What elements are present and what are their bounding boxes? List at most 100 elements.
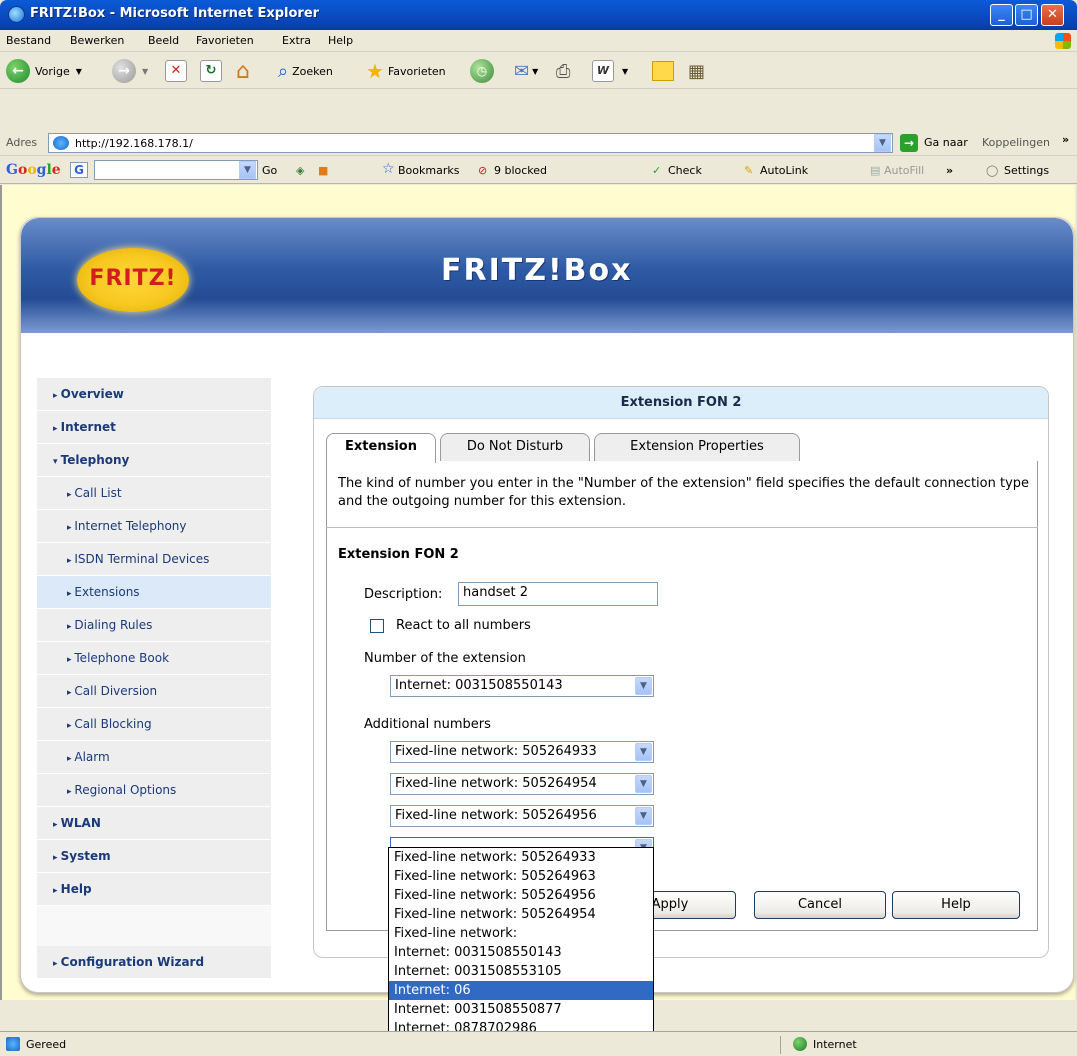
back-button[interactable]: ← Vorige ▼ [6, 59, 82, 83]
additional-label: Additional numbers [364, 717, 491, 732]
sidebar-item-isdn-terminal-devices[interactable]: ▸ ISDN Terminal Devices [37, 543, 271, 576]
sidebar-item-help[interactable]: ▸ Help [37, 873, 271, 906]
sidebar-item-overview[interactable]: ▸ Overview [37, 378, 271, 411]
back-label: Vorige [35, 64, 70, 78]
sidebar-item-configuration-wizard[interactable]: ▸ Configuration Wizard [37, 946, 271, 979]
additional-select-value: Fixed-line network: 505264956 [395, 808, 597, 823]
dropdown-option[interactable]: Fixed-line network: [389, 924, 653, 943]
menu-beeld[interactable]: Beeld [148, 34, 179, 47]
check-button[interactable]: Check [668, 164, 702, 177]
links-button[interactable]: Koppelingen [982, 136, 1050, 149]
dropdown-option[interactable]: Internet: 0031508550877 [389, 1000, 653, 1019]
sidebar-item-text: Call Diversion [74, 684, 158, 698]
search-button[interactable]: ⌕ Zoeken [278, 59, 333, 83]
chevron-more-icon[interactable]: » [1062, 133, 1069, 146]
dropdown-option[interactable]: Internet: 0031508553105 [389, 962, 653, 981]
messenger-button[interactable]: ▦ [688, 59, 705, 83]
google-popup-icon[interactable]: ■ [318, 164, 328, 177]
notes-button[interactable] [652, 59, 674, 83]
google-news-icon[interactable]: ◈ [296, 164, 304, 177]
sidebar-item-telephone-book[interactable]: ▸ Telephone Book [37, 642, 271, 675]
address-dropdown-arrow[interactable]: ▼ [874, 134, 891, 152]
maximize-button[interactable]: □ [1015, 4, 1038, 26]
tab-extension-properties[interactable]: Extension Properties [594, 433, 800, 461]
blocked-button[interactable]: 9 blocked [494, 164, 547, 177]
close-button[interactable]: ✕ [1041, 4, 1064, 26]
sidebar-item-dialing-rules[interactable]: ▸ Dialing Rules [37, 609, 271, 642]
tab-do-not-disturb[interactable]: Do Not Disturb [440, 433, 590, 461]
google-menu-icon[interactable]: G [70, 162, 88, 178]
history-button[interactable]: ◷ [470, 59, 494, 83]
autofill-button[interactable]: AutoFill [884, 164, 924, 177]
dropdown-option[interactable]: Fixed-line network: 505264933 [389, 848, 653, 867]
sidebar-item-call-diversion[interactable]: ▸ Call Diversion [37, 675, 271, 708]
menu-bestand[interactable]: Bestand [6, 34, 51, 47]
additional-select-3[interactable]: Fixed-line network: 505264956 ▼ [390, 805, 654, 827]
print-button[interactable]: ⎙ [556, 59, 570, 83]
sidebar-item-regional-options[interactable]: ▸ Regional Options [37, 774, 271, 807]
back-arrow-icon: ← [6, 59, 30, 83]
menu-favorieten[interactable]: Favorieten [196, 34, 254, 47]
additional-select-2[interactable]: Fixed-line network: 505264954 ▼ [390, 773, 654, 795]
tab-extension[interactable]: Extension [326, 433, 436, 463]
sidebar-item-call-blocking[interactable]: ▸ Call Blocking [37, 708, 271, 741]
google-logo[interactable]: Google [6, 162, 61, 178]
dropdown-option[interactable]: Fixed-line network: 505264954 [389, 905, 653, 924]
sidebar-item-system[interactable]: ▸ System [37, 840, 271, 873]
mail-button[interactable]: ✉ ▼ [514, 59, 538, 83]
go-arrow-icon[interactable]: → [900, 134, 918, 152]
sidebar-item-wlan[interactable]: ▸ WLAN [37, 807, 271, 840]
menu-help[interactable]: Help [328, 34, 353, 47]
google-more-icon[interactable]: » [946, 164, 953, 177]
react-all-checkbox[interactable] [370, 619, 384, 633]
word-button[interactable]: W ▼ [592, 59, 628, 83]
dropdown-option[interactable]: Fixed-line network: 505264956 [389, 886, 653, 905]
sidebar-item-text: Regional Options [74, 783, 177, 797]
dropdown-option[interactable]: Fixed-line network: 505264963 [389, 867, 653, 886]
sidebar-spacer [37, 906, 271, 946]
settings-button[interactable]: Settings [1004, 164, 1049, 177]
sidebar-item-internet[interactable]: ▸ Internet [37, 411, 271, 444]
forward-button[interactable]: → ▼ [112, 59, 148, 83]
dropdown-option[interactable]: Internet: 06 [389, 981, 653, 1000]
fritz-logo-text: FRITZ! [89, 266, 177, 291]
additional-select-1[interactable]: Fixed-line network: 505264933 ▼ [390, 741, 654, 763]
menu-bewerken[interactable]: Bewerken [70, 34, 124, 47]
cancel-button[interactable]: Cancel [754, 891, 886, 919]
stop-icon: ✕ [165, 60, 187, 82]
sidebar-item-text: Alarm [74, 750, 110, 764]
dropdown-option[interactable]: Internet: 0031508550143 [389, 943, 653, 962]
sidebar-item-call-list[interactable]: ▸ Call List [37, 477, 271, 510]
notes-icon [652, 61, 674, 81]
additional-number-options[interactable]: Fixed-line network: 505264933 Fixed-line … [388, 847, 654, 1056]
spellcheck-icon: ✓ [652, 164, 662, 177]
sidebar-item-label: ▸ Call Diversion [67, 684, 157, 698]
minimize-button[interactable]: _ [990, 4, 1013, 26]
favorites-button[interactable]: ★ Favorieten [366, 59, 446, 83]
google-search-dropdown[interactable]: ▼ [239, 161, 256, 179]
autolink-icon: ✎ [744, 164, 754, 177]
sidebar-item-alarm[interactable]: ▸ Alarm [37, 741, 271, 774]
zone-label: Internet [813, 1038, 857, 1051]
sidebar-item-internet-telephony[interactable]: ▸ Internet Telephony [37, 510, 271, 543]
description-input[interactable]: handset 2 [458, 582, 658, 606]
bookmarks-button[interactable]: Bookmarks [398, 164, 459, 177]
stop-button[interactable]: ✕ [165, 59, 187, 83]
autolink-button[interactable]: AutoLink [760, 164, 808, 177]
autofill-icon: ▤ [870, 164, 881, 177]
google-go-button[interactable]: Go [262, 164, 277, 177]
number-select[interactable]: Internet: 0031508550143 ▼ [390, 675, 654, 697]
brand-title: FRITZ!Box [441, 253, 633, 288]
menu-extra[interactable]: Extra [282, 34, 311, 47]
go-button[interactable]: Ga naar [924, 136, 968, 149]
number-label: Number of the extension [364, 651, 526, 666]
react-all-label: React to all numbers [396, 618, 531, 633]
address-input[interactable]: http://192.168.178.1/ ▼ [48, 133, 893, 153]
sidebar-item-telephony[interactable]: ▾ Telephony [37, 444, 271, 477]
sidebar-item-label: ▸ ISDN Terminal Devices [67, 552, 209, 566]
refresh-button[interactable]: ↻ [200, 59, 222, 83]
sidebar-item-extensions[interactable]: ▸ Extensions [37, 576, 271, 609]
google-search-input[interactable]: ▼ [94, 160, 258, 180]
home-button[interactable]: ⌂ [236, 59, 250, 84]
help-button[interactable]: Help [892, 891, 1020, 919]
